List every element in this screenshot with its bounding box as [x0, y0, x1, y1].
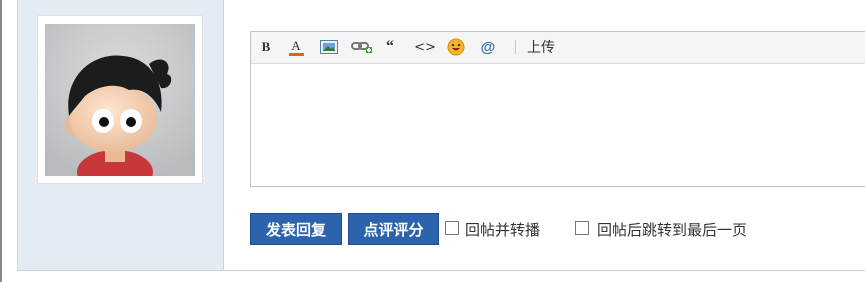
quote-icon[interactable]: “: [384, 37, 396, 57]
upload-button[interactable]: 上传: [524, 37, 558, 57]
avatar-frame: [37, 15, 203, 184]
post-reply-button[interactable]: 发表回复: [250, 213, 342, 245]
emoji-glyph: [447, 38, 465, 56]
font-color-bar: [288, 52, 304, 56]
repost-checkbox[interactable]: [445, 221, 459, 235]
jump-last-page-checkbox[interactable]: [575, 221, 589, 235]
rate-button[interactable]: 点评评分: [348, 213, 439, 245]
link-icon[interactable]: [351, 37, 373, 57]
jump-last-page-checkbox-label[interactable]: 回帖后跳转到最后一页: [597, 219, 747, 240]
post-divider: [17, 270, 865, 271]
font-color-letter: A: [291, 37, 301, 53]
image-icon[interactable]: [319, 37, 339, 57]
toolbar-separator: [515, 40, 516, 54]
editor-toolbar: B A “ <> @ 上传: [251, 32, 865, 64]
avatar[interactable]: [45, 24, 195, 176]
code-icon[interactable]: <>: [414, 37, 436, 57]
link-glyph: [351, 42, 372, 53]
mention-icon[interactable]: @: [479, 37, 497, 57]
emoji-icon[interactable]: [446, 37, 466, 57]
repost-checkbox-label[interactable]: 回帖并转播: [465, 219, 540, 240]
reply-editor: B A “ <> @ 上传: [250, 31, 865, 187]
window-left-border: [0, 0, 2, 282]
cartoon-boy-avatar-icon: [45, 24, 195, 176]
bold-icon[interactable]: B: [259, 37, 273, 57]
font-color-icon[interactable]: A: [287, 37, 305, 57]
image-glyph: [320, 40, 338, 54]
editor-textarea[interactable]: [251, 64, 865, 186]
